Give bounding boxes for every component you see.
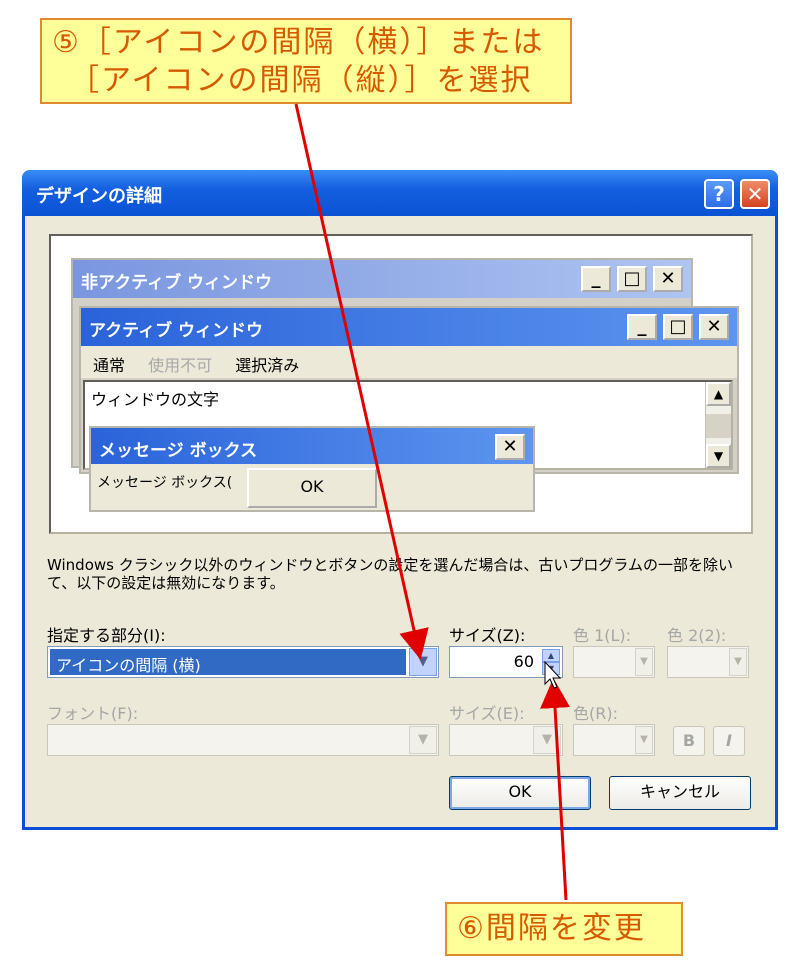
dialog-title: デザインの詳細 bbox=[36, 186, 162, 207]
chevron-down-icon[interactable]: ▼ bbox=[409, 648, 437, 676]
minimize-icon: _ bbox=[581, 266, 611, 292]
item-label: 指定する部分(I): bbox=[47, 626, 166, 645]
size-value: 60 bbox=[513, 652, 534, 671]
font-color-label: 色(R): bbox=[573, 704, 618, 723]
menu-selected[interactable]: 選択済み bbox=[235, 356, 299, 375]
menu-normal[interactable]: 通常 bbox=[93, 356, 125, 375]
font-select[interactable]: ▼ bbox=[47, 724, 439, 756]
font-label: フォント(F): bbox=[47, 704, 139, 723]
ok-button[interactable]: OK bbox=[449, 776, 591, 810]
active-window-title: アクティブ ウィンドウ bbox=[89, 321, 264, 341]
inactive-window-title: 非アクティブ ウィンドウ bbox=[81, 273, 273, 293]
classic-style-note: Windows クラシック以外のウィンドウとボタンの設定を選んだ場合は、古いプロ… bbox=[47, 556, 733, 592]
scroll-thumb[interactable] bbox=[706, 414, 731, 438]
item-select-value: アイコンの間隔 (横) bbox=[50, 649, 406, 675]
dialog-titlebar[interactable]: デザインの詳細 ? ✕ bbox=[22, 170, 778, 216]
message-box-titlebar[interactable]: メッセージ ボックス ✕ bbox=[91, 428, 533, 464]
color2-label: 色 2(2): bbox=[667, 626, 727, 645]
active-window-titlebar[interactable]: アクティブ ウィンドウ _ □ ✕ bbox=[81, 308, 737, 346]
vertical-scrollbar[interactable]: ▲ ▼ bbox=[705, 382, 731, 468]
font-size-select[interactable]: ▼ bbox=[449, 724, 563, 756]
message-box-title: メッセージ ボックス bbox=[99, 441, 258, 461]
cancel-button[interactable]: キャンセル bbox=[609, 776, 751, 810]
callout-step-5: ⑤［アイコンの間隔（横）］または ［アイコンの間隔（縦）］を選択 bbox=[40, 18, 572, 104]
chevron-down-icon[interactable]: ▼ bbox=[729, 648, 747, 676]
maximize-icon: □ bbox=[663, 314, 693, 340]
message-box-text: メッセージ ボックス( bbox=[97, 475, 233, 491]
minimize-icon: _ bbox=[627, 314, 657, 340]
window-text-label: ウィンドウの文字 bbox=[91, 390, 220, 409]
help-button[interactable]: ? bbox=[704, 179, 734, 209]
color2-picker[interactable]: ▼ bbox=[667, 646, 749, 678]
scroll-up-icon[interactable]: ▲ bbox=[706, 382, 731, 406]
spin-down-icon[interactable]: ▼ bbox=[542, 662, 560, 675]
close-icon: ✕ bbox=[495, 434, 525, 460]
close-icon: ✕ bbox=[653, 266, 683, 292]
design-details-dialog: デザインの詳細 ? ✕ 非アクティブ ウィンドウ _ □ ✕ アクティブ ウィン… bbox=[22, 170, 778, 830]
size-spin-buttons[interactable]: ▲ ▼ bbox=[542, 649, 560, 675]
bold-button[interactable]: B bbox=[673, 726, 705, 756]
item-select[interactable]: アイコンの間隔 (横) ▼ bbox=[47, 646, 439, 678]
chevron-down-icon[interactable]: ▼ bbox=[409, 726, 437, 754]
scroll-down-icon[interactable]: ▼ bbox=[706, 444, 731, 468]
chevron-down-icon[interactable]: ▼ bbox=[635, 726, 653, 754]
message-box-preview[interactable]: メッセージ ボックス ✕ メッセージ ボックス( OK bbox=[89, 426, 535, 512]
chevron-down-icon[interactable]: ▼ bbox=[533, 726, 561, 754]
preview-menu-bar: 通常 使用不可 選択済み bbox=[81, 346, 737, 378]
chevron-down-icon[interactable]: ▼ bbox=[635, 648, 653, 676]
color1-label: 色 1(L): bbox=[573, 626, 632, 645]
inactive-window-titlebar[interactable]: 非アクティブ ウィンドウ _ □ ✕ bbox=[73, 260, 691, 298]
appearance-preview[interactable]: 非アクティブ ウィンドウ _ □ ✕ アクティブ ウィンドウ _ □ ✕ 通常 … bbox=[49, 234, 753, 534]
close-icon: ✕ bbox=[699, 314, 729, 340]
maximize-icon: □ bbox=[617, 266, 647, 292]
close-button[interactable]: ✕ bbox=[740, 179, 770, 209]
size-spinner[interactable]: 60 ▲ ▼ bbox=[449, 646, 563, 678]
italic-button[interactable]: I bbox=[713, 726, 745, 756]
callout-step-6: ⑥間隔を変更 bbox=[445, 902, 683, 956]
menu-disabled[interactable]: 使用不可 bbox=[148, 356, 212, 375]
font-color-picker[interactable]: ▼ bbox=[573, 724, 655, 756]
message-box-ok-button[interactable]: OK bbox=[247, 468, 377, 508]
font-size-label: サイズ(E): bbox=[449, 704, 525, 723]
spin-up-icon[interactable]: ▲ bbox=[542, 649, 560, 662]
size-label: サイズ(Z): bbox=[449, 626, 526, 645]
color1-picker[interactable]: ▼ bbox=[573, 646, 655, 678]
